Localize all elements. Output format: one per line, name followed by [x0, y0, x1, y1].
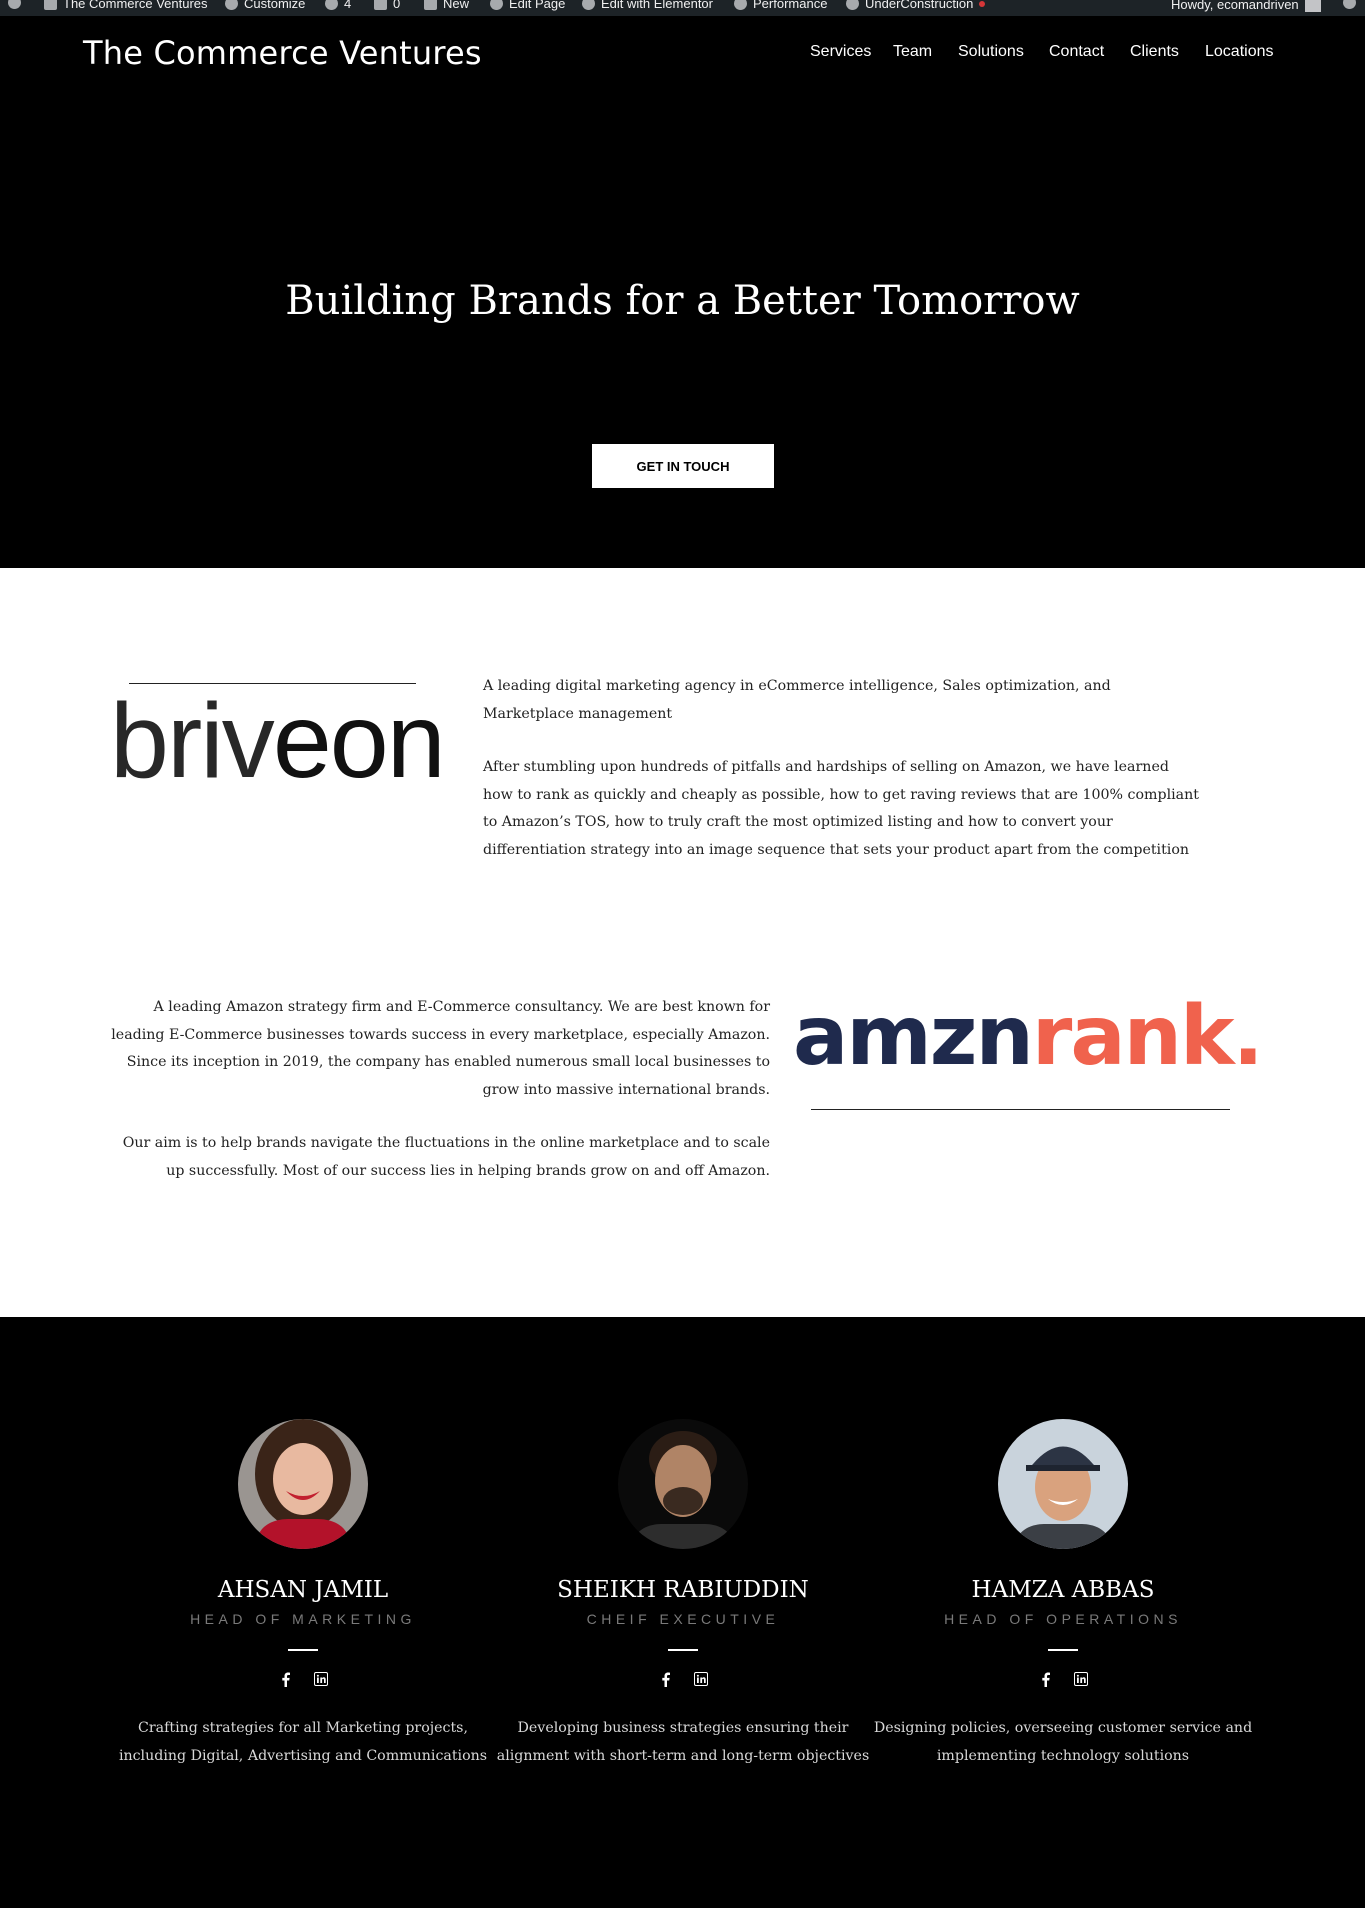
member-name: AHSAN JAMIL — [217, 1577, 389, 1603]
nav-item-team[interactable]: Team — [893, 43, 932, 61]
amznrank-logo: amznrank. — [793, 989, 1264, 1084]
social-links — [873, 1671, 1253, 1687]
briveon-paragraph: A leading digital marketing agency in eC… — [483, 678, 1111, 722]
admin-comments-link[interactable]: 0 — [374, 0, 400, 11]
gear-icon — [846, 0, 859, 10]
linkedin-icon[interactable] — [1074, 1671, 1088, 1687]
performance-icon — [734, 0, 747, 10]
admin-site-link[interactable]: The Commerce Ventures — [44, 0, 208, 11]
divider — [1048, 1649, 1078, 1651]
member-role: CHEIF EXECUTIVE — [586, 1611, 780, 1627]
member-description: Developing business strategies ensuring … — [496, 1720, 870, 1764]
admin-bar: The Commerce Ventures Customize 4 0 New … — [0, 0, 1365, 16]
member-name: HAMZA ABBAS — [971, 1577, 1155, 1603]
avatar — [998, 1419, 1128, 1549]
nav-item-locations[interactable]: Locations — [1205, 43, 1274, 61]
search-icon[interactable] — [1343, 0, 1356, 9]
admin-updates-link[interactable]: 4 — [325, 0, 351, 11]
companies-section: briveon A leading digital marketing agen… — [0, 568, 1365, 1317]
pencil-icon — [490, 0, 503, 10]
facebook-icon[interactable] — [658, 1671, 672, 1687]
team-member: AHSAN JAMIL HEAD OF MARKETING Crafting s… — [113, 1419, 493, 1770]
linkedin-icon[interactable] — [694, 1671, 708, 1687]
admin-account-link[interactable]: Howdy, ecomandriven — [1171, 0, 1321, 12]
status-dot-icon — [979, 0, 986, 7]
admin-performance-link[interactable]: Performance — [734, 0, 827, 11]
briveon-paragraph: After stumbling upon hundreds of pitfall… — [483, 759, 1199, 858]
admin-underconstruction-link[interactable]: UnderConstruction — [846, 0, 986, 11]
divider — [288, 1649, 318, 1651]
refresh-icon — [325, 0, 338, 10]
site-title[interactable]: The Commerce Ventures — [83, 34, 482, 72]
avatar — [618, 1419, 748, 1549]
wordpress-icon[interactable] — [8, 0, 21, 9]
social-links — [493, 1671, 873, 1687]
team-member: HAMZA ABBAS HEAD OF OPERATIONS Designing… — [873, 1419, 1253, 1770]
nav-item-clients[interactable]: Clients — [1130, 43, 1179, 61]
nav-item-contact[interactable]: Contact — [1049, 43, 1104, 61]
linkedin-icon[interactable] — [314, 1671, 328, 1687]
plus-icon — [424, 0, 437, 10]
nav-item-solutions[interactable]: Solutions — [958, 43, 1024, 61]
home-icon — [44, 0, 57, 10]
nav-item-services[interactable]: Services — [810, 43, 871, 61]
admin-edit-page-link[interactable]: Edit Page — [490, 0, 565, 11]
divider — [668, 1649, 698, 1651]
elementor-icon — [582, 0, 595, 10]
facebook-icon[interactable] — [1038, 1671, 1052, 1687]
avatar — [1304, 0, 1321, 12]
amznrank-description: A leading Amazon strategy firm and E-Com… — [110, 994, 770, 1185]
divider — [811, 1109, 1230, 1110]
admin-elementor-link[interactable]: Edit with Elementor — [582, 0, 713, 11]
team-member: SHEIKH RABIUDDIN CHEIF EXECUTIVE Develop… — [493, 1419, 873, 1770]
social-links — [113, 1671, 493, 1687]
get-in-touch-button[interactable]: GET IN TOUCH — [592, 444, 774, 488]
member-description: Crafting strategies for all Marketing pr… — [118, 1720, 488, 1764]
member-role: HEAD OF OPERATIONS — [944, 1611, 1182, 1627]
amznrank-paragraph: Our aim is to help brands navigate the f… — [122, 1135, 770, 1179]
briveon-logo: briveon — [110, 682, 446, 800]
member-role: HEAD OF MARKETING — [190, 1611, 416, 1627]
member-name: SHEIKH RABIUDDIN — [557, 1577, 809, 1603]
hero-title: Building Brands for a Better Tomorrow — [285, 278, 1080, 324]
comment-icon — [374, 0, 387, 10]
brush-icon — [225, 0, 238, 10]
admin-new-link[interactable]: New — [424, 0, 469, 11]
avatar — [238, 1419, 368, 1549]
facebook-icon[interactable] — [278, 1671, 292, 1687]
briveon-description: A leading digital marketing agency in eC… — [483, 673, 1203, 864]
member-description: Designing policies, overseeing customer … — [873, 1720, 1253, 1764]
amznrank-paragraph: A leading Amazon strategy firm and E-Com… — [111, 999, 770, 1098]
admin-customize-link[interactable]: Customize — [225, 0, 305, 11]
